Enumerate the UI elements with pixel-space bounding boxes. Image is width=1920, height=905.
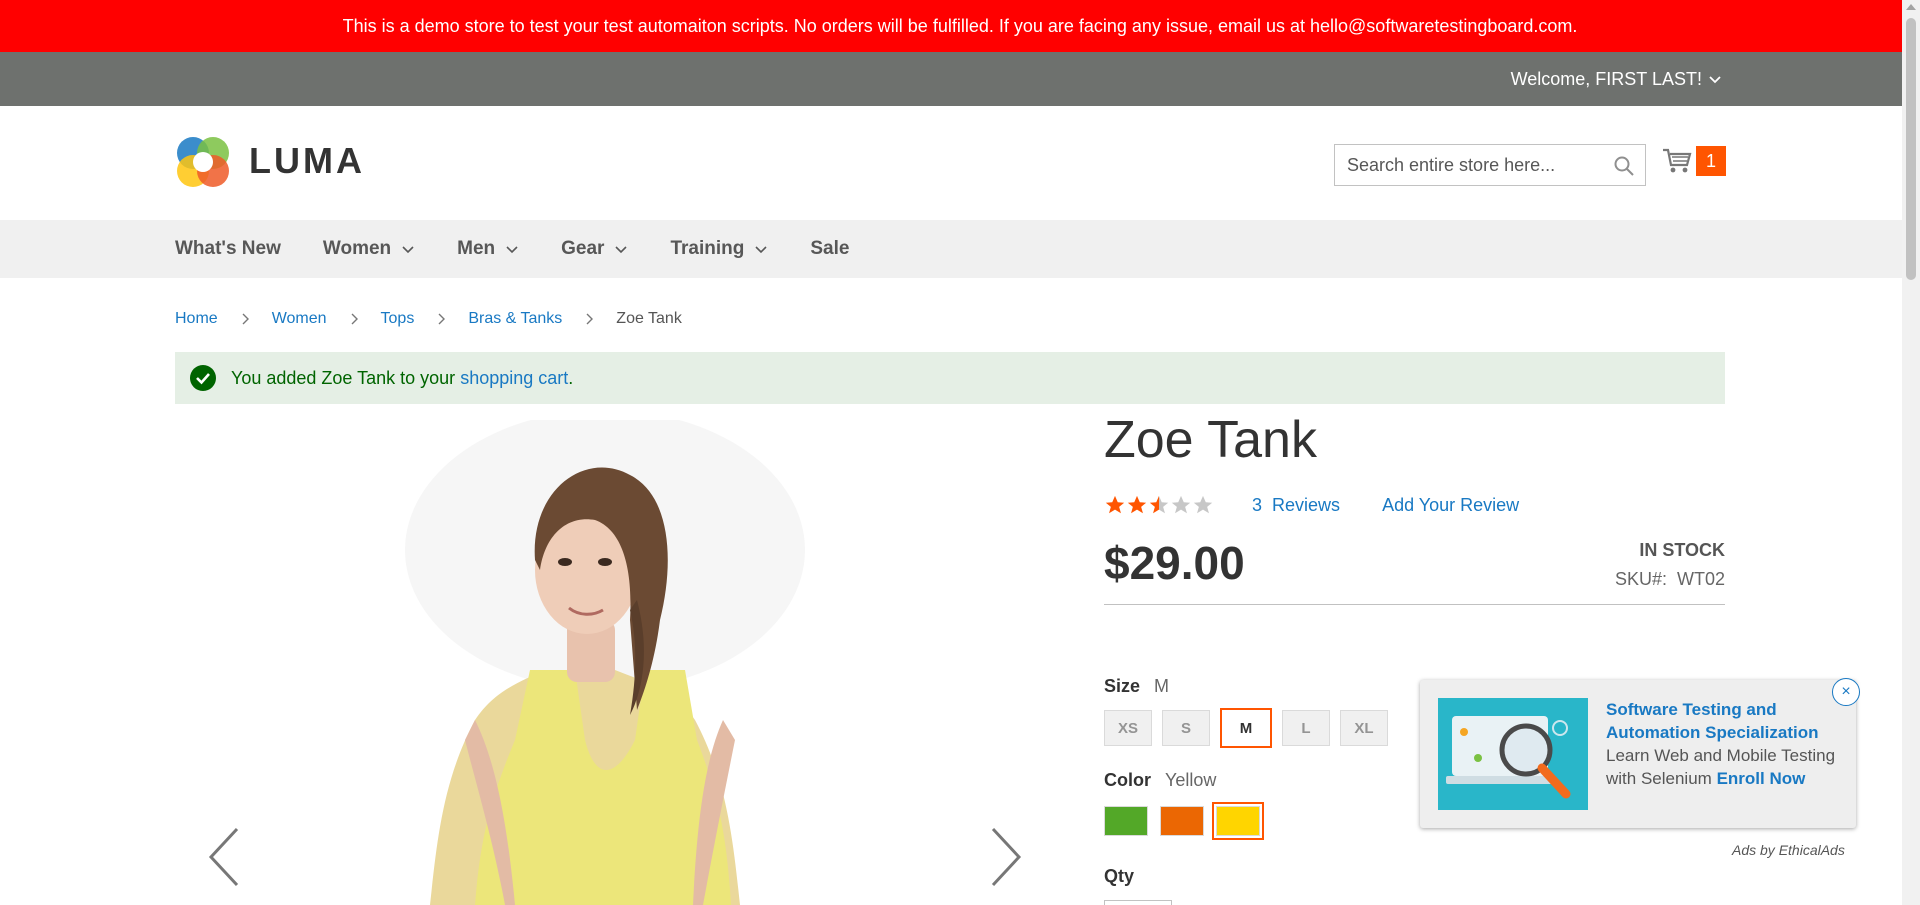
- color-swatches: [1104, 802, 1264, 840]
- breadcrumb: Home Women Tops Bras & Tanks Zoe Tank: [175, 310, 682, 328]
- main-navigation: What's New Women Men Gear Training Sale: [0, 220, 1920, 278]
- reviews-count: 3: [1252, 494, 1263, 515]
- luma-logo-icon: [177, 137, 229, 187]
- ethical-ad[interactable]: × Software Testing and Automation Specia…: [1420, 678, 1860, 828]
- nav-item-training[interactable]: Training: [670, 238, 768, 260]
- scroll-up-arrow-icon[interactable]: [1906, 4, 1916, 10]
- ad-text: Software Testing and Automation Speciali…: [1606, 698, 1842, 790]
- size-label: Size: [1104, 676, 1141, 696]
- search-input[interactable]: [1335, 145, 1645, 185]
- gallery-next-arrow[interactable]: [985, 825, 1025, 889]
- star-half-icon: [1149, 495, 1169, 514]
- ad-image[interactable]: [1438, 698, 1588, 810]
- divider: [1104, 604, 1725, 605]
- reviews-link[interactable]: 3 Reviews: [1252, 495, 1340, 516]
- breadcrumb-women[interactable]: Women: [272, 310, 327, 328]
- star-empty-icon: [1193, 495, 1213, 514]
- search-box: [1334, 144, 1646, 186]
- nav-label: Gear: [561, 238, 605, 259]
- chevron-right-icon: [586, 313, 594, 325]
- color-option-label: Color Yellow: [1104, 770, 1216, 791]
- chevron-down-icon: [755, 246, 767, 254]
- scroll-thumb[interactable]: [1906, 18, 1916, 280]
- size-swatches: XS S M L XL: [1104, 708, 1388, 748]
- stock-status: IN STOCK: [1639, 540, 1725, 560]
- chevron-right-icon: [242, 313, 249, 325]
- checkmark-icon: [190, 365, 216, 391]
- ads-by-ethicalads[interactable]: Ads by EthicalAds: [1732, 842, 1845, 858]
- color-selected-value: Yellow: [1165, 770, 1217, 790]
- size-swatch-xl[interactable]: XL: [1340, 710, 1388, 746]
- nav-item-whats-new[interactable]: What's New: [175, 238, 281, 260]
- sku-label: SKU#:: [1614, 569, 1667, 589]
- product-title: Zoe Tank: [1104, 411, 1317, 469]
- nav-label: Women: [322, 238, 392, 259]
- demo-banner-text: This is a demo store to test your test a…: [342, 15, 1578, 36]
- nav-item-men[interactable]: Men: [457, 238, 519, 260]
- qty-label: Qty: [1104, 866, 1135, 886]
- star-icon: [1127, 495, 1147, 514]
- stock-info: IN STOCK SKU#: WT02: [1615, 540, 1725, 590]
- shopping-cart-icon: [1663, 148, 1692, 173]
- rating-stars: [1104, 494, 1214, 516]
- breadcrumb-bras-tanks[interactable]: Bras & Tanks: [468, 310, 562, 328]
- color-label: Color: [1104, 770, 1151, 790]
- star-empty-icon: [1171, 495, 1191, 514]
- demo-store-banner: This is a demo store to test your test a…: [0, 0, 1920, 52]
- chevron-down-icon: [1709, 76, 1721, 84]
- reviews-summary: 3 Reviews Add Your Review: [1104, 494, 1519, 516]
- color-swatch-orange[interactable]: [1160, 806, 1204, 836]
- logo-text: LUMA: [249, 140, 365, 181]
- chevron-down-icon: [506, 246, 518, 254]
- page-scrollbar[interactable]: [1902, 0, 1920, 905]
- message-suffix: .: [568, 367, 574, 388]
- ad-cta-link[interactable]: Enroll Now: [1717, 769, 1806, 788]
- search-icon[interactable]: [1613, 155, 1635, 177]
- breadcrumb-home[interactable]: Home: [175, 310, 218, 328]
- star-icon: [1105, 495, 1125, 514]
- nav-label: Sale: [810, 238, 850, 259]
- chevron-right-icon: [351, 313, 358, 325]
- size-option-label: Size M: [1104, 676, 1169, 697]
- store-logo[interactable]: LUMA: [175, 133, 365, 189]
- nav-item-women[interactable]: Women: [323, 238, 415, 260]
- chevron-right-icon: [438, 313, 446, 325]
- reviews-label: Reviews: [1272, 494, 1341, 515]
- product-price: $29.00: [1104, 537, 1245, 589]
- size-swatch-l[interactable]: L: [1282, 710, 1330, 746]
- minicart-button[interactable]: 1: [1662, 146, 1726, 176]
- breadcrumb-tops[interactable]: Tops: [381, 310, 415, 328]
- size-swatch-m[interactable]: M: [1220, 708, 1272, 748]
- qty-input[interactable]: [1104, 900, 1172, 905]
- nav-item-sale[interactable]: Sale: [810, 238, 849, 260]
- color-swatch-green[interactable]: [1104, 806, 1148, 836]
- chevron-down-icon: [615, 246, 628, 254]
- size-swatch-xs[interactable]: XS: [1104, 710, 1152, 746]
- nav-label: Training: [670, 238, 745, 259]
- color-swatch-yellow[interactable]: [1212, 802, 1264, 840]
- nav-label: What's New: [175, 238, 281, 259]
- size-selected-value: M: [1154, 676, 1170, 696]
- size-swatch-s[interactable]: S: [1162, 710, 1210, 746]
- sku: SKU#: WT02: [1615, 569, 1725, 590]
- site-header: LUMA 1: [0, 106, 1920, 220]
- sku-value: WT02: [1676, 569, 1725, 589]
- ad-title[interactable]: Software Testing and Automation Speciali…: [1606, 700, 1819, 742]
- breadcrumb-current: Zoe Tank: [616, 310, 682, 327]
- product-gallery: [175, 420, 1055, 905]
- top-bar: Welcome, FIRST LAST!: [0, 52, 1920, 106]
- add-review-link[interactable]: Add Your Review: [1382, 495, 1519, 516]
- chevron-down-icon: [402, 246, 414, 254]
- customer-menu-toggle[interactable]: Welcome, FIRST LAST!: [1511, 52, 1722, 106]
- cart-count-badge: 1: [1696, 146, 1726, 176]
- success-message: You added Zoe Tank to your shopping cart…: [175, 352, 1725, 404]
- shopping-cart-link[interactable]: shopping cart: [460, 368, 568, 389]
- product-info: Zoe Tank 3 Reviews Add Your Review $29.0…: [1104, 410, 1725, 905]
- product-image[interactable]: [175, 420, 1055, 905]
- gallery-prev-arrow[interactable]: [205, 825, 245, 889]
- message-text: You added Zoe Tank to your: [231, 367, 456, 388]
- welcome-message: Welcome, FIRST LAST!: [1510, 68, 1702, 89]
- nav-item-gear[interactable]: Gear: [561, 238, 628, 260]
- nav-label: Men: [457, 238, 496, 259]
